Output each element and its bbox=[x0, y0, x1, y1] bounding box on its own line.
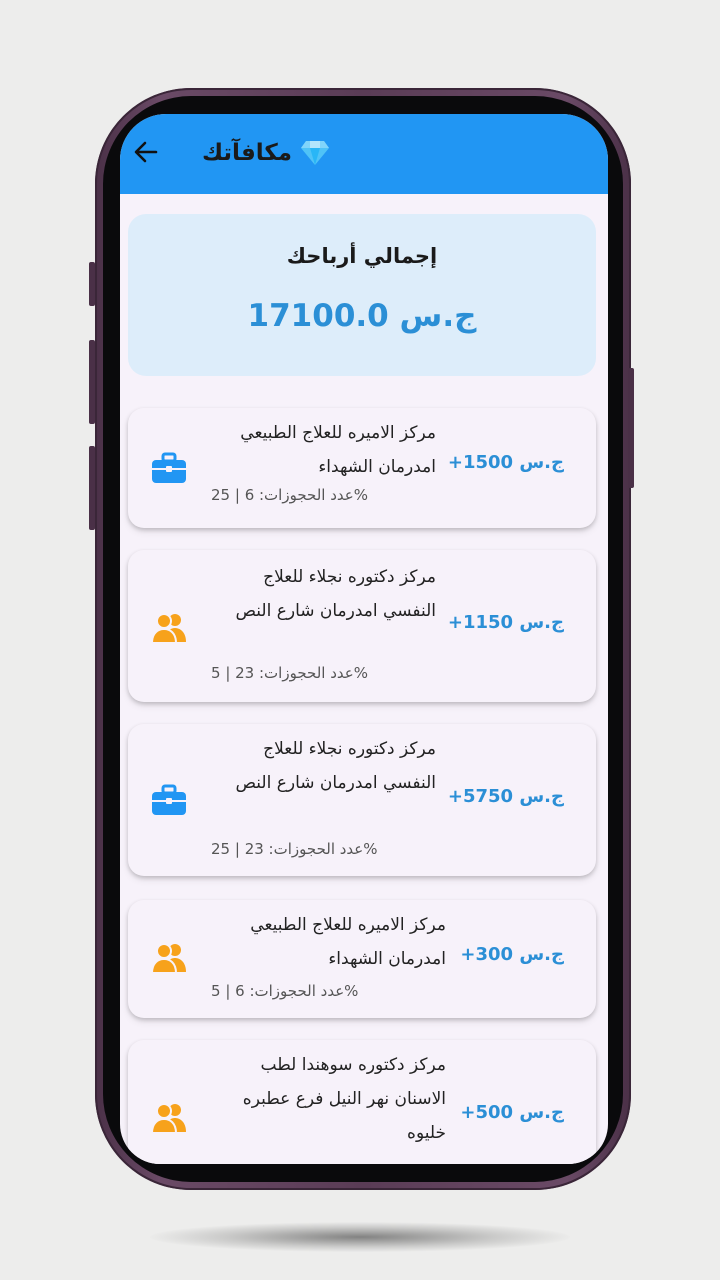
app-bar-title-group: مكافآتك bbox=[202, 136, 330, 170]
phone-shadow bbox=[150, 1222, 570, 1252]
bookings-stats: %عدد الحجوزات: 23 | 25 bbox=[211, 840, 378, 858]
back-arrow-glyph bbox=[134, 141, 158, 163]
reward-card[interactable]: مركز الاميره للعلاج الطبيعي امدرمان الشه… bbox=[128, 408, 596, 528]
center-name: مركز دكتوره سوهندا لطب الاسنان نهر النيل… bbox=[242, 1055, 446, 1143]
diamond-icon bbox=[301, 141, 330, 165]
people-icon bbox=[151, 943, 186, 974]
reward-card[interactable]: مركز دكتوره نجلاء للعلاج النفسي امدرمان … bbox=[128, 724, 596, 876]
center-name: مركز دكتوره نجلاء للعلاج النفسي امدرمان … bbox=[235, 567, 436, 621]
total-earnings-amount: ج.س 17100.0 bbox=[247, 298, 477, 334]
bookings-stats: %عدد الحجوزات: 6 | 5 bbox=[211, 982, 359, 1000]
total-earnings-card: إجمالي أرباحك ج.س 17100.0 bbox=[128, 214, 596, 376]
reward-amount: ج.س 1500+ bbox=[447, 452, 564, 473]
side-button-volume-up bbox=[89, 340, 95, 424]
app-screen: مكافآتك إجمالي أرباحك ج.س 17100.0 مركز ا… bbox=[120, 114, 608, 1164]
bookings-stats: %عدد الحجوزات: 6 | 25 bbox=[211, 486, 368, 504]
reward-card[interactable]: مركز دكتوره نجلاء للعلاج النفسي امدرمان … bbox=[128, 550, 596, 702]
center-name: مركز الاميره للعلاج الطبيعي امدرمان الشه… bbox=[240, 423, 436, 477]
reward-card[interactable]: مركز دكتوره سوهندا لطب الاسنان نهر النيل… bbox=[128, 1040, 596, 1164]
side-button-power bbox=[628, 368, 634, 488]
center-name: مركز الاميره للعلاج الطبيعي امدرمان الشه… bbox=[250, 915, 446, 969]
reward-amount: ج.س 500+ bbox=[460, 1102, 564, 1123]
side-button-volume-down bbox=[89, 446, 95, 530]
center-name: مركز دكتوره نجلاء للعلاج النفسي امدرمان … bbox=[235, 739, 436, 793]
reward-amount: ج.س 300+ bbox=[460, 944, 564, 965]
app-bar: مكافآتك bbox=[120, 114, 608, 194]
page-title: مكافآتك bbox=[202, 140, 293, 166]
reward-amount: ج.س 5750+ bbox=[447, 786, 564, 807]
total-earnings-label: إجمالي أرباحك bbox=[286, 244, 438, 268]
people-icon bbox=[151, 613, 186, 644]
back-arrow-icon[interactable] bbox=[132, 138, 160, 166]
side-button-mute bbox=[89, 262, 95, 306]
reward-amount: ج.س 1150+ bbox=[447, 612, 564, 633]
briefcase-icon bbox=[152, 784, 186, 815]
people-icon bbox=[151, 1103, 186, 1134]
reward-card[interactable]: مركز الاميره للعلاج الطبيعي امدرمان الشه… bbox=[128, 900, 596, 1018]
bookings-stats: %عدد الحجوزات: 23 | 5 bbox=[211, 664, 368, 682]
briefcase-icon bbox=[152, 452, 186, 483]
